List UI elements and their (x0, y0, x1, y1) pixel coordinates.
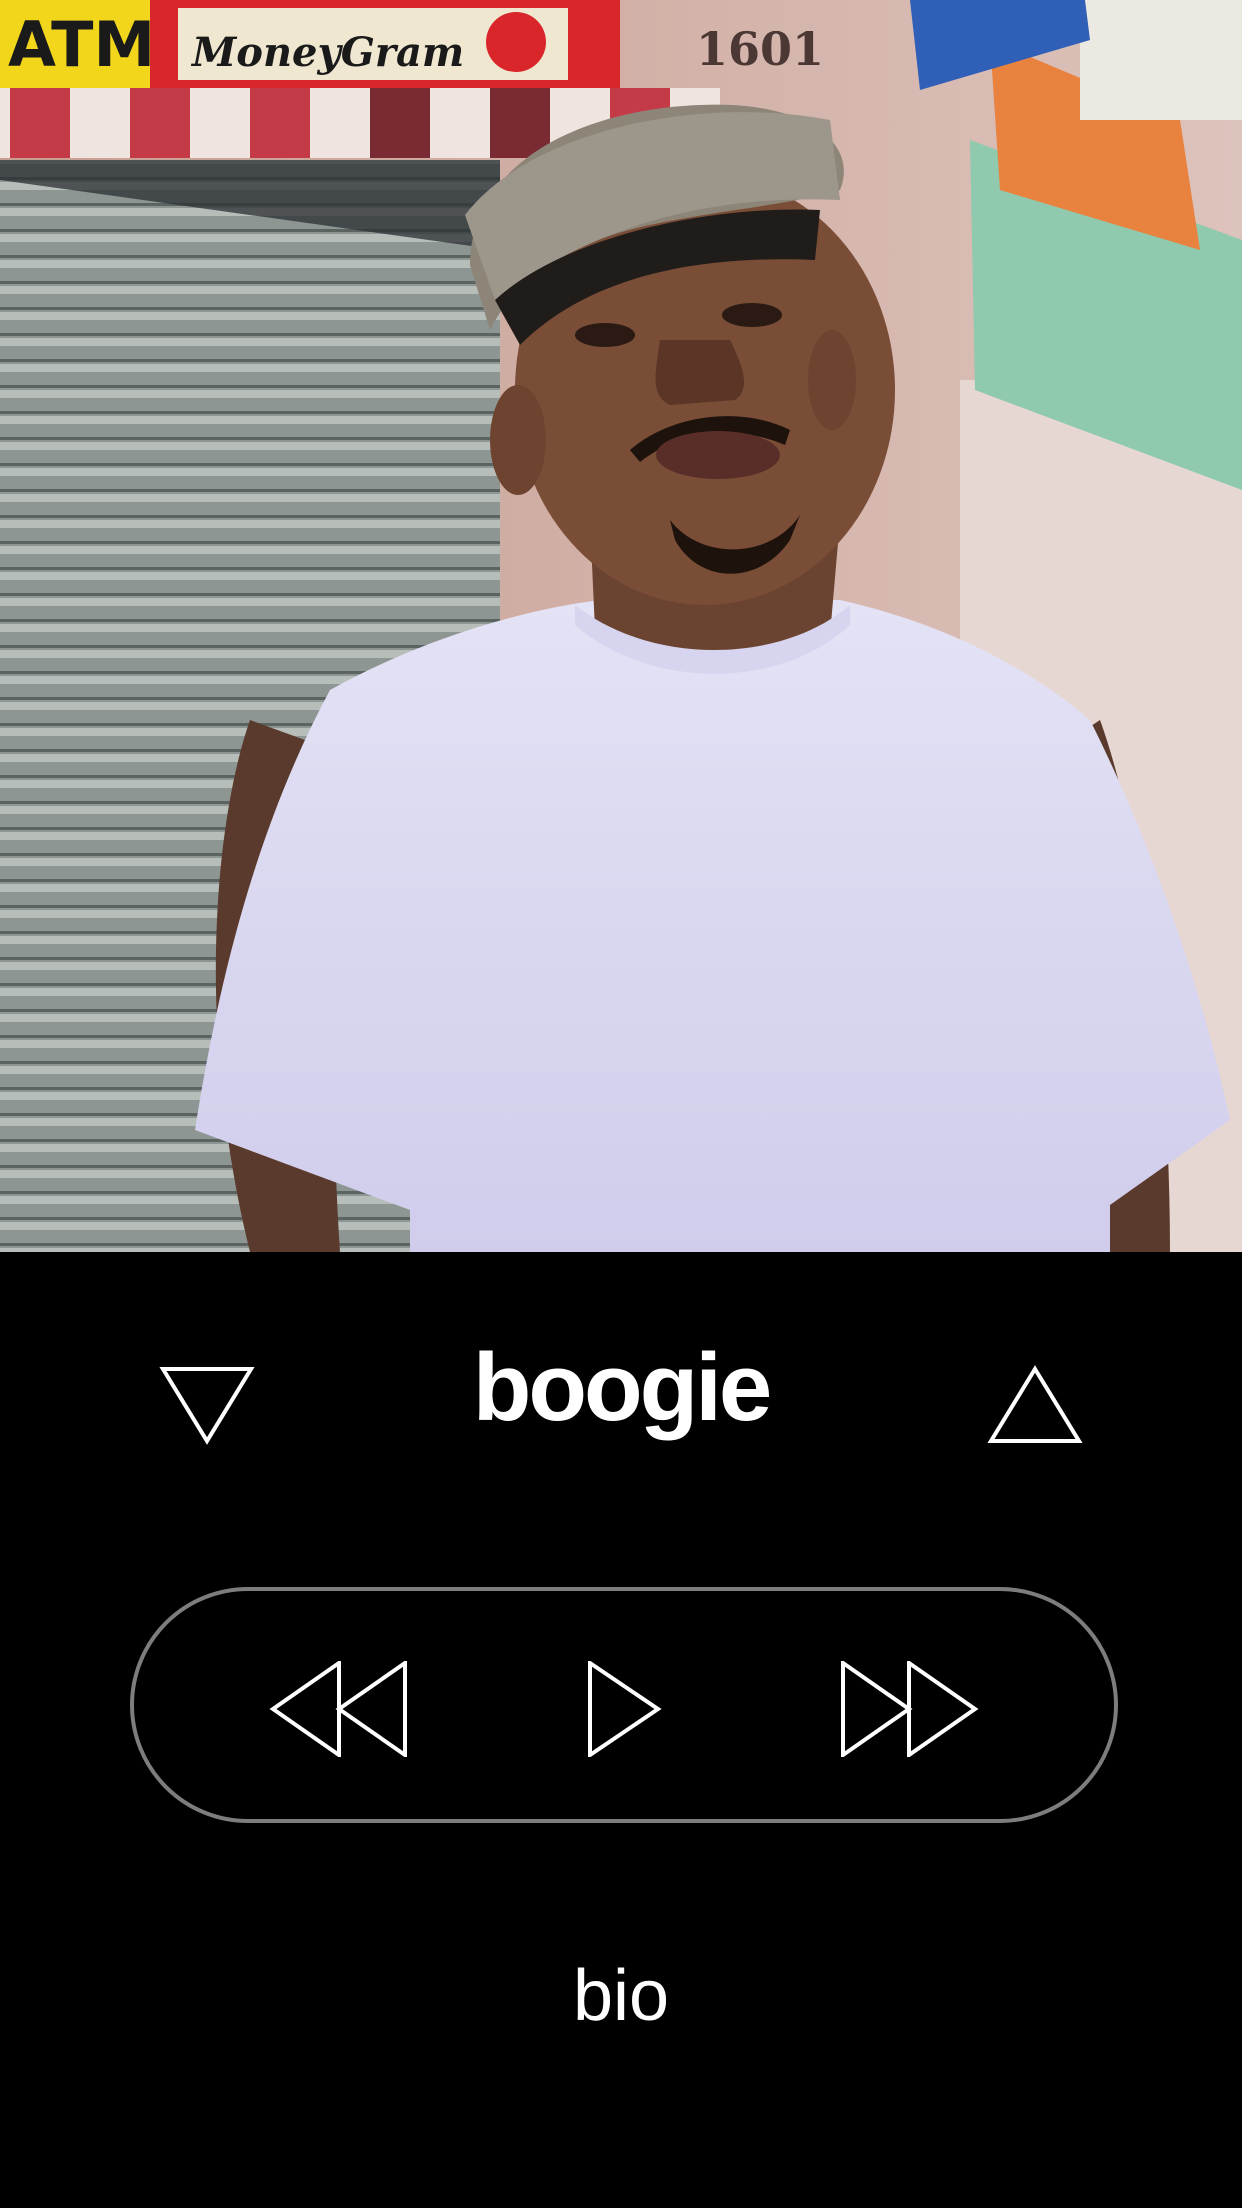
atm-sign-text: ATM (8, 8, 155, 81)
playback-controls (130, 1587, 1118, 1823)
next-artist-button[interactable] (985, 1360, 1085, 1450)
play-icon (588, 1661, 662, 1757)
artist-photo: ATM MoneyGram 1601 (0, 0, 1242, 1252)
moneygram-sign-text: MoneyGram (190, 29, 464, 76)
rewind-icon (269, 1661, 407, 1757)
app-root: ATM MoneyGram 1601 boogie bio (0, 0, 1242, 2208)
triangle-up-icon (987, 1365, 1083, 1443)
play-button[interactable] (574, 1649, 674, 1769)
address-number: 1601 (696, 22, 824, 76)
fast-forward-button[interactable] (834, 1649, 984, 1769)
rewind-button[interactable] (264, 1649, 414, 1769)
bio-link[interactable]: bio (0, 1960, 1242, 2032)
fast-forward-icon (841, 1661, 979, 1757)
artist-photo-illustration: ATM MoneyGram 1601 (0, 0, 1242, 1252)
title-row: boogie (0, 1320, 1242, 1460)
